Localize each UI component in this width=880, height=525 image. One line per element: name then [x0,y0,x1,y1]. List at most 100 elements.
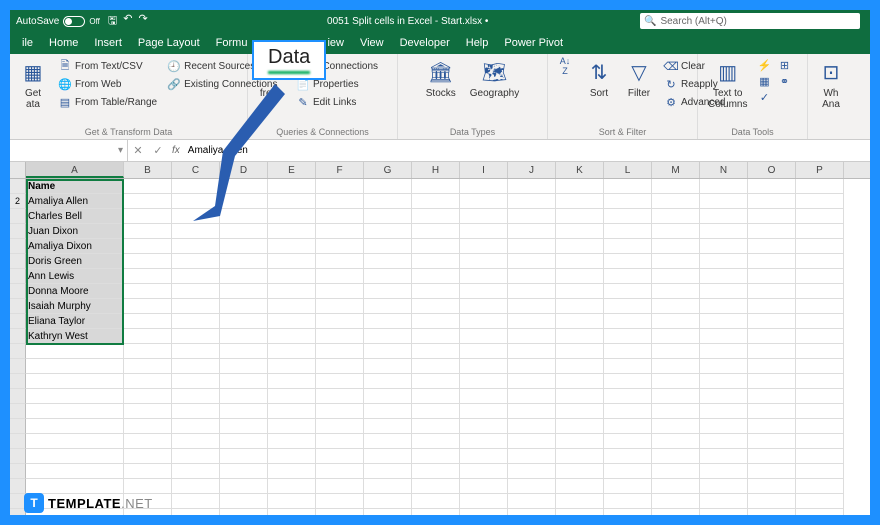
cell[interactable] [508,254,556,269]
cell[interactable] [652,194,700,209]
tab-formulas[interactable]: Formu [208,34,256,52]
edit-links-button[interactable]: ✎Edit Links [294,94,380,110]
cell[interactable] [268,269,316,284]
cell[interactable] [26,464,124,479]
cell[interactable] [220,269,268,284]
cell[interactable] [316,434,364,449]
cell[interactable] [508,194,556,209]
cell[interactable] [556,509,604,515]
cell[interactable] [412,269,460,284]
cell[interactable] [700,299,748,314]
remove-dup-icon[interactable]: ▦ [757,74,771,88]
cell[interactable] [556,464,604,479]
cell[interactable] [364,464,412,479]
tab-developer[interactable]: Developer [392,34,458,52]
cell[interactable] [604,479,652,494]
cell[interactable] [364,479,412,494]
search-box[interactable]: 🔍 Search (Alt+Q) [640,13,860,29]
cell[interactable] [268,464,316,479]
cell[interactable] [460,209,508,224]
cell[interactable] [268,389,316,404]
cell[interactable] [652,494,700,509]
cell[interactable] [316,479,364,494]
save-icon[interactable]: 🖫 [108,12,117,31]
cell[interactable] [412,434,460,449]
cell[interactable] [796,509,844,515]
sort-button[interactable]: ⇅Sort [582,58,616,126]
cell[interactable] [748,179,796,194]
cell[interactable] [364,239,412,254]
cell[interactable] [460,329,508,344]
filter-button[interactable]: ▽Filter [622,58,656,126]
cell[interactable] [268,434,316,449]
cell[interactable] [652,509,700,515]
cell[interactable] [700,269,748,284]
cell[interactable] [556,344,604,359]
cell[interactable] [652,299,700,314]
cell[interactable] [412,314,460,329]
row-header[interactable] [10,299,26,314]
cell[interactable] [700,374,748,389]
cell[interactable] [748,299,796,314]
cell[interactable] [26,404,124,419]
cell[interactable] [796,299,844,314]
cell[interactable] [604,404,652,419]
row-header[interactable] [10,179,26,194]
cell[interactable] [124,359,172,374]
cell[interactable] [652,284,700,299]
cell[interactable] [460,314,508,329]
cell[interactable] [268,254,316,269]
row-header[interactable] [10,284,26,299]
row-header[interactable] [10,449,26,464]
cell[interactable] [460,464,508,479]
cell[interactable] [268,344,316,359]
cell[interactable] [652,374,700,389]
name-box[interactable]: ▾ [10,140,128,161]
cell[interactable] [124,299,172,314]
cell[interactable] [460,449,508,464]
cell[interactable] [460,389,508,404]
cell[interactable] [460,299,508,314]
cell[interactable] [220,239,268,254]
cells-area[interactable]: NameAmaliya AllenCharles BellJuan DixonA… [26,179,870,515]
cell[interactable] [124,344,172,359]
cell[interactable] [364,404,412,419]
cell[interactable] [796,179,844,194]
cell[interactable] [460,269,508,284]
cell[interactable] [796,344,844,359]
cell[interactable] [748,314,796,329]
cell[interactable] [172,509,220,515]
cell[interactable] [412,404,460,419]
toggle-icon[interactable] [63,16,85,27]
cell[interactable] [556,239,604,254]
cell[interactable] [604,419,652,434]
cell[interactable] [26,344,124,359]
cell[interactable] [220,374,268,389]
cell[interactable] [124,434,172,449]
cell[interactable] [460,194,508,209]
accept-icon[interactable]: ✓ [148,144,168,157]
cell[interactable] [556,284,604,299]
cell[interactable] [268,299,316,314]
cell[interactable] [124,479,172,494]
cell[interactable] [412,509,460,515]
cell[interactable]: Isaiah Murphy [26,299,124,314]
cell[interactable] [172,404,220,419]
cell[interactable] [700,194,748,209]
cell[interactable] [364,179,412,194]
stocks-button[interactable]: 🏛Stocks [422,58,460,126]
cell[interactable] [364,494,412,509]
row-header[interactable] [10,389,26,404]
cell[interactable] [316,194,364,209]
cell[interactable]: Name [26,179,124,194]
cell[interactable] [172,464,220,479]
cell[interactable] [460,374,508,389]
cell[interactable] [700,419,748,434]
row-header[interactable] [10,359,26,374]
cell[interactable] [124,374,172,389]
cell[interactable] [364,299,412,314]
cell[interactable] [556,329,604,344]
cell[interactable] [172,329,220,344]
cell[interactable] [556,299,604,314]
cell[interactable] [412,374,460,389]
